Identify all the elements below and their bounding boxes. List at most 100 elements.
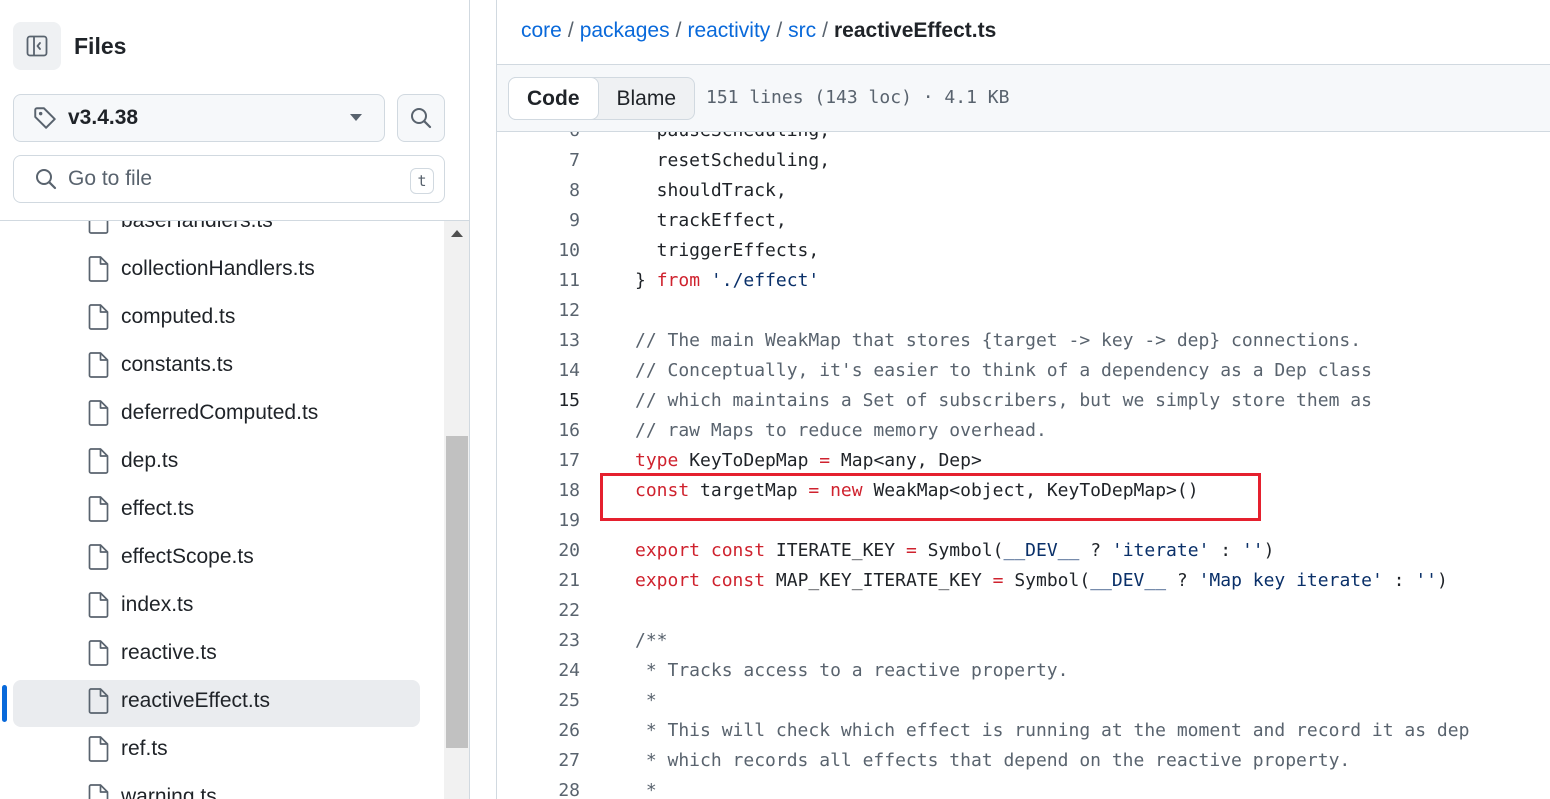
line-number[interactable]: 7 xyxy=(497,146,580,176)
code-text: triggerEffects, xyxy=(635,236,820,266)
line-number[interactable]: 17 xyxy=(497,446,580,476)
code-text: * which records all effects that depend … xyxy=(635,746,1350,776)
line-number[interactable]: 28 xyxy=(497,776,580,799)
file-tree-item-label: effect.ts xyxy=(121,497,195,520)
line-number[interactable]: 26 xyxy=(497,716,580,746)
code-token: // which maintains a Set of subscribers,… xyxy=(635,390,1372,411)
line-number[interactable]: 13 xyxy=(497,326,580,356)
file-icon xyxy=(87,496,109,522)
breadcrumb-link-src[interactable]: src xyxy=(788,19,816,42)
file-tree-item-label: reactive.ts xyxy=(121,641,217,664)
line-number[interactable]: 10 xyxy=(497,236,580,266)
file-tree-item[interactable]: dep.ts xyxy=(0,437,444,485)
file-icon xyxy=(87,592,109,618)
search-icon xyxy=(411,108,432,129)
line-number[interactable]: 8 xyxy=(497,176,580,206)
breadcrumb-link-packages[interactable]: packages xyxy=(580,19,670,42)
code-text: * Tracks access to a reactive property. xyxy=(635,656,1069,686)
code-text: /** xyxy=(635,626,668,656)
code-token: * This will check which effect is runnin… xyxy=(635,720,1470,741)
line-number[interactable]: 9 xyxy=(497,206,580,236)
file-icon xyxy=(87,304,109,330)
file-tree-item-label: reactiveEffect.ts xyxy=(121,689,271,712)
go-to-file-input[interactable] xyxy=(68,167,388,191)
code-token: Symbol( xyxy=(916,540,1004,561)
line-number[interactable]: 20 xyxy=(497,536,580,566)
file-tree-item[interactable]: warning.ts xyxy=(0,773,444,799)
code-token: ) xyxy=(1437,570,1448,591)
file-toolbar: Code Blame 151 lines (143 loc) · 4.1 KB xyxy=(497,65,1550,132)
code-token: export xyxy=(635,540,701,561)
file-tree-item[interactable]: computed.ts xyxy=(0,293,444,341)
code-token: MAP_KEY_ITERATE_KEY xyxy=(765,570,993,591)
file-tree-item[interactable]: reactive.ts xyxy=(0,629,444,677)
line-number[interactable]: 24 xyxy=(497,656,580,686)
file-tree-item[interactable]: effectScope.ts xyxy=(0,533,444,581)
breadcrumb-link-reactivity[interactable]: reactivity xyxy=(687,19,770,42)
code-token: : xyxy=(1209,540,1242,561)
file-tree-item-label: warning.ts xyxy=(121,785,217,799)
code-token: resetScheduling, xyxy=(635,150,831,171)
scroll-up-arrow-icon[interactable] xyxy=(451,230,463,237)
line-number[interactable]: 27 xyxy=(497,746,580,776)
line-number[interactable]: 14 xyxy=(497,356,580,386)
code-token: = xyxy=(992,570,1004,591)
code-tab[interactable]: Code xyxy=(508,77,599,120)
line-number[interactable]: 19 xyxy=(497,506,580,536)
sidebar-scrollbar-thumb[interactable] xyxy=(446,436,468,748)
breadcrumb-bar: core / packages / reactivity / src / reactiveEff… xyxy=(497,0,1550,65)
code-text: resetScheduling, xyxy=(635,146,830,176)
blame-tab[interactable]: Blame xyxy=(599,78,695,119)
search-icon xyxy=(34,167,58,191)
keyboard-shortcut-badge: t xyxy=(410,168,434,194)
file-tree-item[interactable]: collectionHandlers.ts xyxy=(0,245,444,293)
line-number[interactable]: 25 xyxy=(497,686,580,716)
line-number[interactable]: 15 xyxy=(497,386,580,416)
code-token: KeyToDepMap xyxy=(678,450,820,471)
code-token: ? xyxy=(1079,540,1112,561)
code-token: export xyxy=(635,570,701,591)
go-to-file-field[interactable]: t xyxy=(13,155,445,203)
file-icon xyxy=(87,352,109,378)
code-token: const xyxy=(710,570,766,591)
file-tree-item[interactable]: effect.ts xyxy=(0,485,444,533)
branch-selector-button[interactable]: v3.4.38 xyxy=(13,94,385,142)
active-item-indicator xyxy=(2,685,7,722)
line-number[interactable]: 23 xyxy=(497,626,580,656)
file-tree-item[interactable]: constants.ts xyxy=(0,341,444,389)
line-number[interactable]: 11 xyxy=(497,266,580,296)
line-number[interactable]: 6 xyxy=(497,132,580,146)
file-tree-item-label: computed.ts xyxy=(121,305,236,328)
breadcrumb-link-core[interactable]: core xyxy=(521,19,562,42)
line-number[interactable]: 21 xyxy=(497,566,580,596)
file-icon xyxy=(87,544,109,570)
line-number[interactable]: 16 xyxy=(497,416,580,446)
file-tree-item-label: index.ts xyxy=(121,593,194,616)
breadcrumb-separator: / xyxy=(822,19,828,42)
line-number[interactable]: 12 xyxy=(497,296,580,326)
line-number[interactable]: 18 xyxy=(497,476,580,506)
code-text: type KeyToDepMap = Map<any, Dep> xyxy=(635,446,982,476)
file-icon xyxy=(87,256,109,282)
code-token: * which records all effects that depend … xyxy=(635,750,1351,771)
code-text: // Conceptually, it's easier to think of… xyxy=(635,356,1372,386)
file-tree-item[interactable]: ref.ts xyxy=(0,725,444,773)
collapse-sidebar-button[interactable] xyxy=(13,22,61,70)
breadcrumb: core / packages / reactivity / src / reactiveEff… xyxy=(521,19,996,43)
search-code-button[interactable] xyxy=(397,94,445,142)
code-token: ? xyxy=(1166,570,1199,591)
code-token: __DEV__ xyxy=(1090,570,1167,591)
code-text: export const MAP_KEY_ITERATE_KEY = Symbo… xyxy=(635,566,1448,596)
line-number[interactable]: 22 xyxy=(497,596,580,626)
code-view[interactable]: 6 pauseScheduling, 7 resetScheduling, 8 sh… xyxy=(497,132,1550,799)
tag-icon xyxy=(32,105,58,131)
file-tree-item-label: effectScope.ts xyxy=(121,545,254,568)
file-icon xyxy=(87,640,109,666)
code-token: './effect' xyxy=(710,270,820,291)
code-token: = xyxy=(819,450,831,471)
file-tree-item[interactable]: deferredComputed.ts xyxy=(0,389,444,437)
code-token: = xyxy=(905,540,917,561)
file-tree-item[interactable]: reactiveEffect.ts xyxy=(0,677,444,727)
file-tree-item[interactable]: index.ts xyxy=(0,581,444,629)
